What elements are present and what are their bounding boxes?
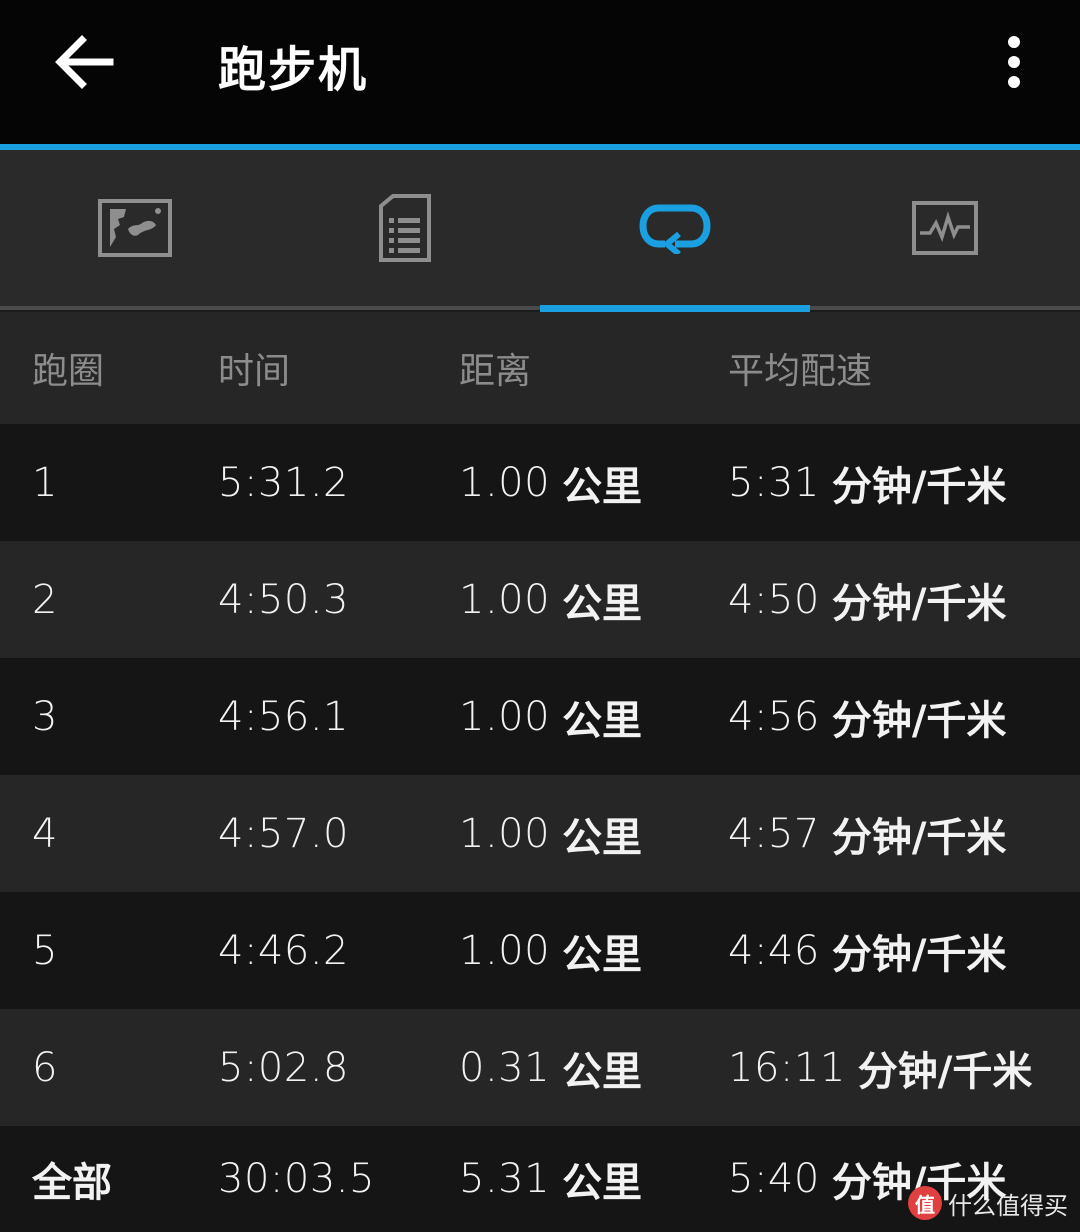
table-row[interactable]: 3 4:56.1 1.00 公里 4:56 分钟/千米 (0, 658, 1080, 775)
lap-time: 4:57.0 (218, 810, 349, 857)
tab-details[interactable] (270, 150, 540, 306)
lap-pace: 4:50 (728, 576, 820, 623)
more-vertical-icon[interactable] (994, 30, 1034, 94)
distance-unit: 公里 (562, 697, 643, 744)
distance-unit: 公里 (562, 463, 643, 510)
app-bar: 跑步机 (0, 0, 1080, 144)
lap-pace: 5:31 (728, 459, 820, 506)
lap-number: 6 (32, 1044, 58, 1091)
lap-time: 4:50.3 (218, 576, 349, 623)
lap-number: 1 (32, 459, 58, 506)
lap-number: 4 (32, 810, 58, 857)
lap-distance: 1.00 (459, 576, 551, 623)
header-time: 时间 (218, 351, 291, 392)
tab-map[interactable] (0, 150, 270, 306)
lap-time: 4:56.1 (218, 693, 349, 740)
pace-unit: 分钟/千米 (831, 580, 1007, 627)
table-row[interactable]: 5 4:46.2 1.00 公里 4:46 分钟/千米 (0, 892, 1080, 1009)
total-label: 全部 (32, 1160, 112, 1206)
watermark: 值 什么值得买 (908, 1183, 1068, 1223)
lap-time: 5:02.8 (218, 1044, 349, 1091)
lap-number: 3 (32, 693, 58, 740)
distance-unit: 公里 (562, 580, 643, 627)
lap-pace: 16:11 (728, 1044, 846, 1091)
lap-time: 5:31.2 (218, 459, 349, 506)
tab-bar (0, 150, 1080, 312)
tab-laps[interactable] (540, 150, 810, 306)
watermark-logo: 值 (908, 1186, 942, 1220)
lap-distance: 1.00 (459, 810, 551, 857)
lap-pace: 4:46 (728, 927, 820, 974)
lap-pace: 4:57 (728, 810, 820, 857)
table-row[interactable]: 2 4:50.3 1.00 公里 4:50 分钟/千米 (0, 541, 1080, 658)
distance-unit: 公里 (562, 814, 643, 861)
lap-pace: 4:56 (728, 693, 820, 740)
table-row[interactable]: 1 5:31.2 1.00 公里 5:31 分钟/千米 (0, 424, 1080, 541)
pace-unit: 分钟/千米 (831, 463, 1007, 510)
tab-charts[interactable] (810, 150, 1080, 306)
table-row[interactable]: 6 5:02.8 0.31 公里 16:11 分钟/千米 (0, 1009, 1080, 1126)
selected-tab-indicator (540, 305, 810, 312)
total-time: 30:03.5 (218, 1156, 375, 1202)
pace-unit: 分钟/千米 (831, 931, 1007, 978)
total-distance: 5.31 (459, 1156, 551, 1202)
distance-unit: 公里 (562, 931, 643, 978)
table-header: 跑圈 时间 距离 平均配速 (0, 312, 1080, 424)
lap-distance: 1.00 (459, 927, 551, 974)
lap-distance: 1.00 (459, 459, 551, 506)
header-lap: 跑圈 (32, 351, 105, 392)
watermark-text: 什么值得买 (948, 1191, 1068, 1220)
lap-distance: 1.00 (459, 693, 551, 740)
header-distance: 距离 (459, 351, 532, 392)
distance-unit: 公里 (562, 1160, 643, 1206)
header-avg-pace: 平均配速 (728, 351, 873, 392)
lap-distance: 0.31 (459, 1044, 551, 1091)
table-row[interactable]: 4 4:57.0 1.00 公里 4:57 分钟/千米 (0, 775, 1080, 892)
arrow-left-icon[interactable] (52, 32, 116, 92)
document-list-icon (379, 194, 431, 262)
pace-unit: 分钟/千米 (831, 814, 1007, 861)
laps-loop-icon (639, 204, 711, 254)
lap-number: 2 (32, 576, 58, 623)
lap-number: 5 (32, 927, 58, 974)
total-avg-pace: 5:40 (728, 1156, 820, 1202)
distance-unit: 公里 (562, 1048, 643, 1095)
activity-chart-icon (912, 201, 978, 255)
pace-unit: 分钟/千米 (857, 1048, 1033, 1095)
lap-time: 4:46.2 (218, 927, 349, 974)
pace-unit: 分钟/千米 (831, 697, 1007, 744)
page-title: 跑步机 (218, 42, 369, 98)
map-icon (98, 199, 172, 257)
